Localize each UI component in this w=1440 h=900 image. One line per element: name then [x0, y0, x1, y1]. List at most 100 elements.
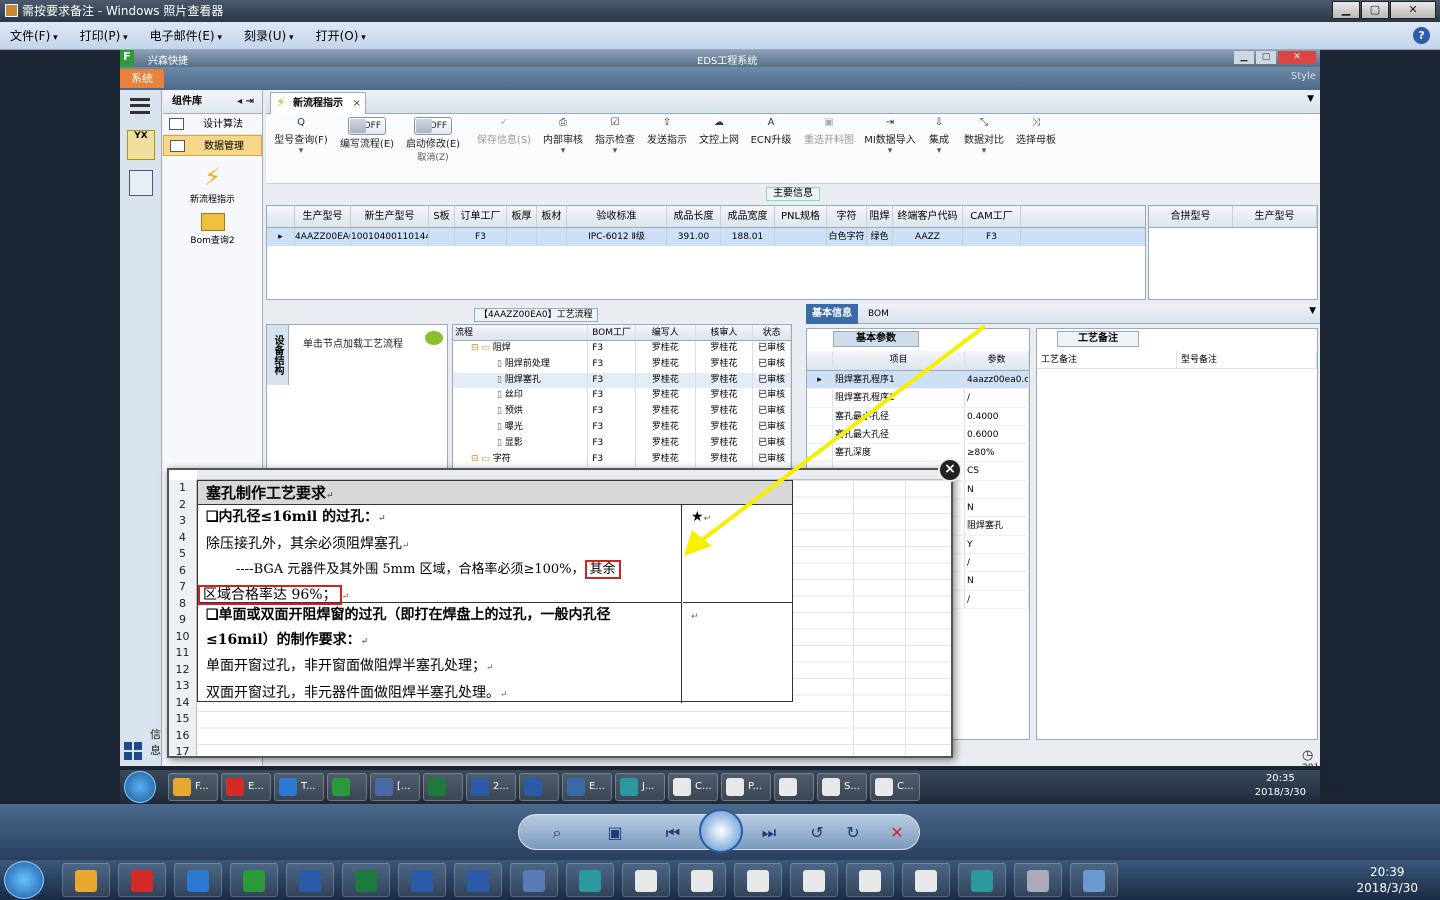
- taskbar-app-button[interactable]: E...: [221, 773, 271, 801]
- save-info-button[interactable]: ✓ 保存信息(S): [474, 117, 534, 146]
- tab-basic-params[interactable]: 基本参数: [833, 331, 919, 347]
- table-row[interactable]: 塞孔深度 ≥80%: [807, 444, 1029, 463]
- os-taskbar-button[interactable]: [1014, 863, 1062, 897]
- list-item[interactable]: ▯ 预烘 F3 罗桂花 罗桂花 已审核: [453, 404, 791, 420]
- item-bom-query[interactable]: Bom查询2: [163, 213, 262, 246]
- menu-print[interactable]: 打印(P): [80, 27, 128, 44]
- zoom-icon[interactable]: ⌕: [545, 823, 569, 843]
- os-taskbar-button[interactable]: [286, 863, 334, 897]
- popup-close-icon[interactable]: ×: [938, 458, 962, 482]
- tab-close-icon[interactable]: ×: [353, 93, 361, 115]
- os-taskbar-button[interactable]: [398, 863, 446, 897]
- os-taskbar-button[interactable]: [902, 863, 950, 897]
- ecn-upgrade-button[interactable]: A ECN升级: [748, 117, 794, 146]
- table-row[interactable]: 塞孔最小孔径 0.4000: [807, 407, 1029, 426]
- write-process-toggle[interactable]: OFF 编写流程(E): [336, 117, 398, 150]
- eds-maximize-button[interactable]: ▢: [1256, 51, 1276, 64]
- taskbar-app-button[interactable]: T...: [274, 773, 324, 801]
- module-data-management[interactable]: 数据管理: [163, 135, 262, 156]
- reselect-cut-button[interactable]: ▣ 重选开料图: [800, 117, 858, 146]
- item-new-process[interactable]: ⚡ 新流程指示: [163, 164, 262, 205]
- table-row[interactable]: 阻焊塞孔程序2/: [807, 389, 1029, 408]
- os-taskbar-button[interactable]: [846, 863, 894, 897]
- os-taskbar-button[interactable]: [230, 863, 278, 897]
- internal-review-button[interactable]: ⎙ 内部审核 ▾: [540, 117, 586, 156]
- tiles-icon[interactable]: [124, 742, 142, 760]
- rotate-left-icon[interactable]: ↺: [805, 823, 829, 843]
- device-structure-tab[interactable]: 设备结构: [267, 325, 289, 385]
- tab-dropdown-icon[interactable]: ▼: [1307, 94, 1314, 104]
- list-item[interactable]: ⊟ ▭ 字符 F3 罗桂花 罗桂花 已审核: [453, 451, 791, 468]
- menu-open[interactable]: 打开(O): [316, 27, 366, 44]
- os-taskbar-button[interactable]: [510, 863, 558, 897]
- list-item[interactable]: ⊟ ▭ 阻焊 F3 罗桂花 罗桂花 已审核: [453, 341, 791, 357]
- doc-control-button[interactable]: ☁ 文控上网: [696, 117, 742, 146]
- taskbar-app-button[interactable]: [519, 773, 559, 801]
- send-instruction-button[interactable]: ⇪ 发送指示: [644, 117, 690, 146]
- os-taskbar-button[interactable]: [790, 863, 838, 897]
- slideshow-button[interactable]: [699, 809, 743, 853]
- menu-file[interactable]: 文件(F): [10, 27, 58, 44]
- list-item[interactable]: ▯ 曝光 F3 罗桂花 罗桂花 已审核: [453, 419, 791, 436]
- table-row[interactable]: ▸ 4AAZZ00EA0 10010400110144 F3 IPC-6012 …: [267, 228, 1145, 246]
- os-taskbar-button[interactable]: [174, 863, 222, 897]
- taskbar-app-button[interactable]: [423, 773, 463, 801]
- os-taskbar-button[interactable]: [454, 863, 502, 897]
- yx-module-icon[interactable]: YX: [127, 130, 155, 160]
- integrate-button[interactable]: ⇩ 集成 ▾: [922, 117, 956, 156]
- previous-icon[interactable]: ⏮: [661, 823, 685, 843]
- close-button[interactable]: ✕: [1390, 1, 1436, 19]
- taskbar-app-button[interactable]: 2...: [466, 773, 516, 801]
- taskbar-app-button[interactable]: C...: [870, 773, 920, 801]
- next-icon[interactable]: ⏭: [757, 823, 781, 843]
- taskbar-app-button[interactable]: [774, 773, 814, 801]
- actual-size-icon[interactable]: ▣: [603, 823, 627, 843]
- os-taskbar-button[interactable]: [566, 863, 614, 897]
- tab-bom[interactable]: BOM: [868, 304, 889, 324]
- taskbar-app-button[interactable]: [...: [370, 773, 420, 801]
- list-item[interactable]: ▯ 阻焊前处理 F3 罗桂花 罗桂花 已审核: [453, 356, 791, 373]
- table-row[interactable]: ▸ 阻焊塞孔程序1 4aazz00ea0.cv: [807, 371, 1029, 390]
- menu-email[interactable]: 电子邮件(E): [150, 27, 222, 44]
- panel-arrows-icon[interactable]: ◂ ⇥: [237, 90, 254, 114]
- module-design-algorithm[interactable]: 设计算法: [163, 114, 262, 135]
- start-button-icon[interactable]: [4, 861, 44, 899]
- list-item[interactable]: ▯ 显影 F3 罗桂花 罗桂花 已审核: [453, 435, 791, 452]
- os-taskbar-button[interactable]: [678, 863, 726, 897]
- rotate-right-icon[interactable]: ↻: [841, 823, 865, 843]
- table-row[interactable]: 塞孔最大孔径 0.6000: [807, 425, 1029, 445]
- os-taskbar-button[interactable]: [622, 863, 670, 897]
- tab-process-notes[interactable]: 工艺备注: [1057, 331, 1139, 347]
- os-clock[interactable]: 20:39 2018/3/30: [1356, 864, 1418, 896]
- calculator-icon[interactable]: [129, 170, 153, 196]
- select-master-button[interactable]: ⤨ 选择母板: [1012, 117, 1060, 146]
- tab-basic-info[interactable]: 基本信息: [806, 304, 858, 324]
- eds-close-button[interactable]: ✕: [1278, 51, 1316, 64]
- taskbar-app-button[interactable]: E...: [562, 773, 612, 801]
- mi-import-button[interactable]: ⇥ MI数据导入 ▾: [862, 117, 918, 156]
- delete-icon[interactable]: ✕: [885, 823, 909, 843]
- os-taskbar-button[interactable]: [734, 863, 782, 897]
- tab-new-process[interactable]: ⚡ 新流程指示 ×: [270, 92, 366, 114]
- model-query-button[interactable]: Q 型号查询(F) ▾: [270, 117, 332, 156]
- list-item[interactable]: ▯ 阻焊塞孔 F3 罗桂花 罗桂花 已审核: [453, 372, 791, 389]
- os-taskbar-button[interactable]: [62, 863, 110, 897]
- menu-burn[interactable]: 刻录(U): [244, 27, 294, 44]
- taskbar-app-button[interactable]: [327, 773, 367, 801]
- os-taskbar-button[interactable]: [342, 863, 390, 897]
- taskbar-app-button[interactable]: S...: [817, 773, 867, 801]
- taskbar-app-button[interactable]: F...: [168, 773, 218, 801]
- taskbar-app-button[interactable]: C...: [668, 773, 718, 801]
- os-taskbar-button[interactable]: [118, 863, 166, 897]
- list-item[interactable]: ▯ 丝印 F3 罗桂花 罗桂花 已审核: [453, 388, 791, 405]
- style-label[interactable]: Style: [1291, 71, 1316, 82]
- instruction-check-button[interactable]: ☑ 指示检查 ▾: [592, 117, 638, 156]
- taskbar-app-button[interactable]: P...: [721, 773, 771, 801]
- taskbar-app-button[interactable]: J...: [615, 773, 665, 801]
- data-compare-button[interactable]: ⤡ 数据对比 ▾: [960, 117, 1008, 156]
- minimize-button[interactable]: ▁: [1332, 1, 1360, 19]
- eds-minimize-button[interactable]: ▁: [1234, 51, 1254, 64]
- system-menu-button[interactable]: 系统: [120, 69, 164, 88]
- chevron-down-icon[interactable]: ▼: [1309, 306, 1316, 316]
- maximize-button[interactable]: ▢: [1361, 1, 1389, 19]
